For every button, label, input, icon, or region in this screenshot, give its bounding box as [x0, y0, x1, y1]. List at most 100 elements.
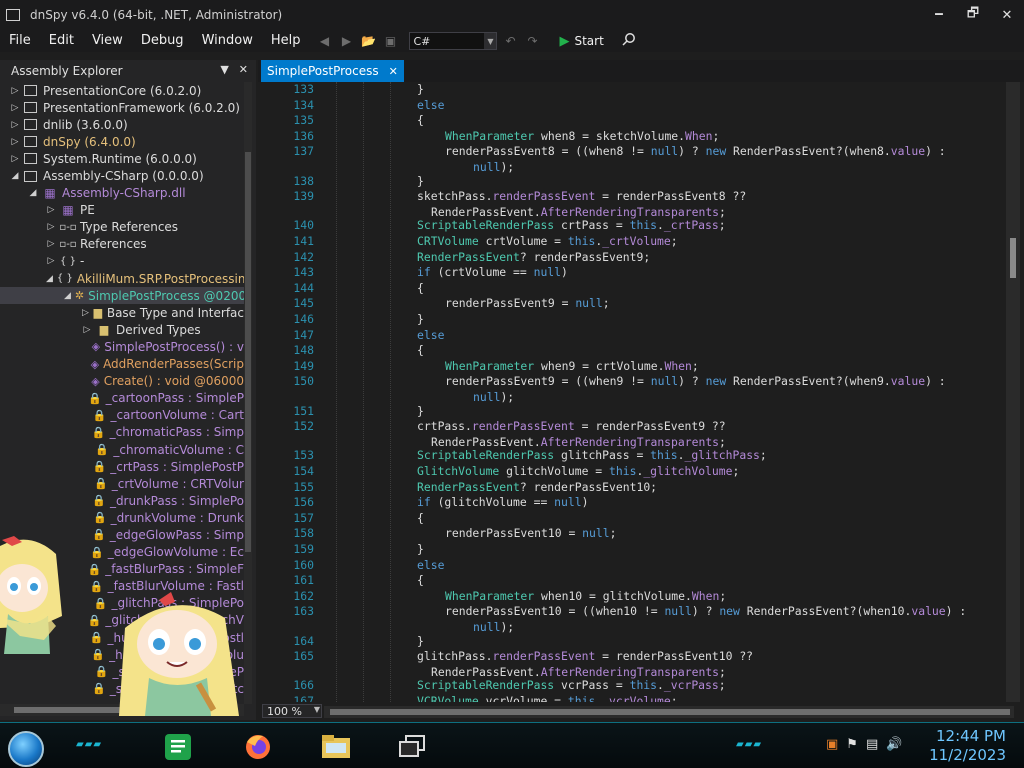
tree-node[interactable]: 🔒 _chromaticVolume : C	[0, 441, 244, 458]
code-editor[interactable]: 133} 134 else 135{136 WhenParameter when8 = …	[262, 82, 1006, 702]
file-explorer-icon[interactable]	[314, 729, 358, 765]
tree-node-label: Derived Types	[116, 322, 201, 337]
expand-toggle-icon[interactable]: ▷	[46, 222, 56, 232]
expand-toggle-icon[interactable]: ▷	[10, 120, 20, 130]
tree-node[interactable]: ◈ SimplePostProcess() : v	[0, 338, 244, 355]
tree-node[interactable]: 🔒 _cartoonVolume : Cart	[0, 407, 244, 424]
tree-node[interactable]: ▷ { } -	[0, 253, 244, 270]
tree-node[interactable]: ▷ dnSpy (6.4.0.0)	[0, 133, 244, 150]
tree-node[interactable]: 🔒 _crtVolume : CRTVolur	[0, 475, 244, 492]
panel-menu-icon[interactable]: ▼	[220, 63, 228, 76]
menu-edit[interactable]: Edit	[40, 30, 83, 52]
line-number: 151	[293, 403, 314, 418]
redo-icon[interactable]: ↷	[523, 32, 541, 50]
expand-toggle-icon[interactable]: ◢	[64, 291, 71, 301]
explorer-vertical-scrollbar[interactable]	[244, 82, 252, 704]
tab-close-icon[interactable]: ✕	[389, 65, 398, 78]
expand-toggle-icon[interactable]: ◢	[28, 188, 38, 198]
expand-toggle-icon[interactable]: ▷	[10, 103, 20, 113]
scrollbar-thumb[interactable]	[245, 152, 251, 552]
tree-node-label: AddRenderPasses(Scrip	[103, 357, 244, 372]
tree-node[interactable]: 🔒 _crtPass : SimplePostP	[0, 458, 244, 475]
expand-toggle-icon[interactable]: ▷	[10, 154, 20, 164]
open-file-icon[interactable]: 📂	[359, 32, 377, 50]
expand-toggle-icon[interactable]: ◢	[46, 274, 53, 284]
tree-node[interactable]: ▷ System.Runtime (6.0.0.0)	[0, 150, 244, 167]
code-token: (glitchVolume ==	[430, 495, 555, 510]
undo-icon[interactable]: ↶	[501, 32, 519, 50]
expand-toggle-icon[interactable]: ▷	[46, 205, 56, 215]
start-debug-button[interactable]: ▶ Start	[559, 34, 603, 49]
tree-node[interactable]: ▷ ▫-▫ References	[0, 236, 244, 253]
tree-node[interactable]: ▷ ▆ Base Type and Interfac	[0, 304, 244, 321]
code-line: 148 {	[262, 343, 1002, 359]
tree-node[interactable]: ◢ ▦ Assembly-CSharp.dll	[0, 185, 244, 202]
navigate-back-icon[interactable]: ◀	[315, 32, 333, 50]
notes-app-icon[interactable]	[156, 729, 200, 765]
toolbar: ◀ ▶ 📂 ▣ C# ▼ ↶ ↷ ▶ Start	[315, 32, 635, 50]
network-icon[interactable]: ▤	[866, 737, 878, 752]
tree-node[interactable]: ▷ ▦ PE	[0, 202, 244, 219]
chevron-down-icon[interactable]: ▼	[484, 33, 497, 49]
code-token: value	[911, 604, 946, 619]
editor-vertical-scrollbar[interactable]	[1006, 82, 1020, 702]
close-button[interactable]: ✕	[990, 0, 1024, 30]
expand-toggle-icon[interactable]: ▷	[82, 308, 89, 318]
panel-close-icon[interactable]: ✕	[239, 63, 248, 76]
save-icon[interactable]: ▣	[381, 32, 399, 50]
menu-file[interactable]: File	[0, 30, 40, 52]
tree-node[interactable]: 🔒 _drunkVolume : Drunk	[0, 509, 244, 526]
tree-node[interactable]: ◢ ✲ SimplePostProcess @0200	[0, 287, 244, 305]
expand-toggle-icon[interactable]: ▷	[10, 137, 20, 147]
clock[interactable]: 12:44 PM 11/2/2023	[929, 727, 1006, 765]
start-orb-icon[interactable]	[8, 731, 44, 767]
scrollbar-thumb[interactable]	[1010, 238, 1016, 278]
tree-node[interactable]: ◈ Create() : void @06000	[0, 373, 244, 390]
tree-node[interactable]: ▷ PresentationCore (6.0.2.0)	[0, 82, 244, 99]
tree-node[interactable]: ◈ AddRenderPasses(Scrip	[0, 356, 244, 373]
tree-node[interactable]: ▷ ▫-▫ Type References	[0, 219, 244, 236]
maximize-button[interactable]: 🗗	[956, 0, 990, 30]
expand-toggle-icon[interactable]: ▷	[82, 325, 92, 335]
code-token: .	[657, 678, 664, 693]
code-line: 146}	[262, 312, 1002, 328]
menu-debug[interactable]: Debug	[132, 30, 193, 52]
menu-help[interactable]: Help	[262, 30, 310, 52]
volume-icon[interactable]: 🔊	[886, 737, 902, 752]
dnspy-taskbar-icon[interactable]	[390, 729, 434, 765]
expand-toggle-icon[interactable]: ▷	[46, 256, 56, 266]
tree-node[interactable]: ▷ ▆ Derived Types	[0, 321, 244, 338]
code-token: = renderPassEvent8 ??	[595, 189, 747, 204]
minimize-button[interactable]: 🗕	[922, 0, 956, 30]
tab-simplepostprocess[interactable]: SimplePostProcess ✕	[261, 60, 404, 82]
code-line: 149 WhenParameter when9 = crtVolume.When;	[262, 359, 1002, 375]
assembly-icon	[24, 119, 37, 131]
tree-node[interactable]: 🔒 _drunkPass : SimplePo	[0, 492, 244, 509]
scrollbar-thumb[interactable]	[330, 709, 1010, 715]
code-token: renderPassEvent	[471, 419, 575, 434]
app-icon[interactable]	[6, 9, 20, 21]
code-text: ScriptableRenderPass glitchPass = this._…	[417, 448, 767, 462]
zoom-select[interactable]: 100 % ▼	[262, 704, 322, 718]
expand-toggle-icon[interactable]: ▷	[10, 86, 20, 96]
menu-view[interactable]: View	[83, 30, 132, 52]
editor-horizontal-scrollbar[interactable]	[324, 706, 1014, 718]
tree-node[interactable]: ▷ dnlib (3.6.0.0)	[0, 116, 244, 133]
tray-app-icon[interactable]: ▣	[826, 737, 838, 752]
flag-icon[interactable]: ⚑	[846, 737, 858, 752]
expand-toggle-icon[interactable]: ◢	[10, 171, 20, 181]
tree-node[interactable]: ◢{ } AkilliMum.SRP.PostProcessing	[0, 270, 244, 287]
tree-node[interactable]: 🔒 _chromaticPass : Simp	[0, 424, 244, 441]
expand-toggle-icon[interactable]: ▷	[46, 239, 56, 249]
search-icon[interactable]	[622, 32, 636, 50]
taskbar-decoration: ▰▰▰	[736, 739, 763, 750]
language-select[interactable]: C# ▼	[409, 32, 498, 50]
menu-window[interactable]: Window	[193, 30, 262, 52]
chevron-down-icon[interactable]: ▼	[314, 705, 320, 714]
tree-node[interactable]: ◢ Assembly-CSharp (0.0.0.0)	[0, 167, 244, 184]
code-token: GlitchVolume	[417, 464, 500, 478]
firefox-icon[interactable]	[236, 729, 280, 765]
navigate-forward-icon[interactable]: ▶	[337, 32, 355, 50]
tree-node[interactable]: 🔒 _cartoonPass : SimpleP	[0, 390, 244, 407]
tree-node[interactable]: ▷ PresentationFramework (6.0.2.0)	[0, 99, 244, 116]
